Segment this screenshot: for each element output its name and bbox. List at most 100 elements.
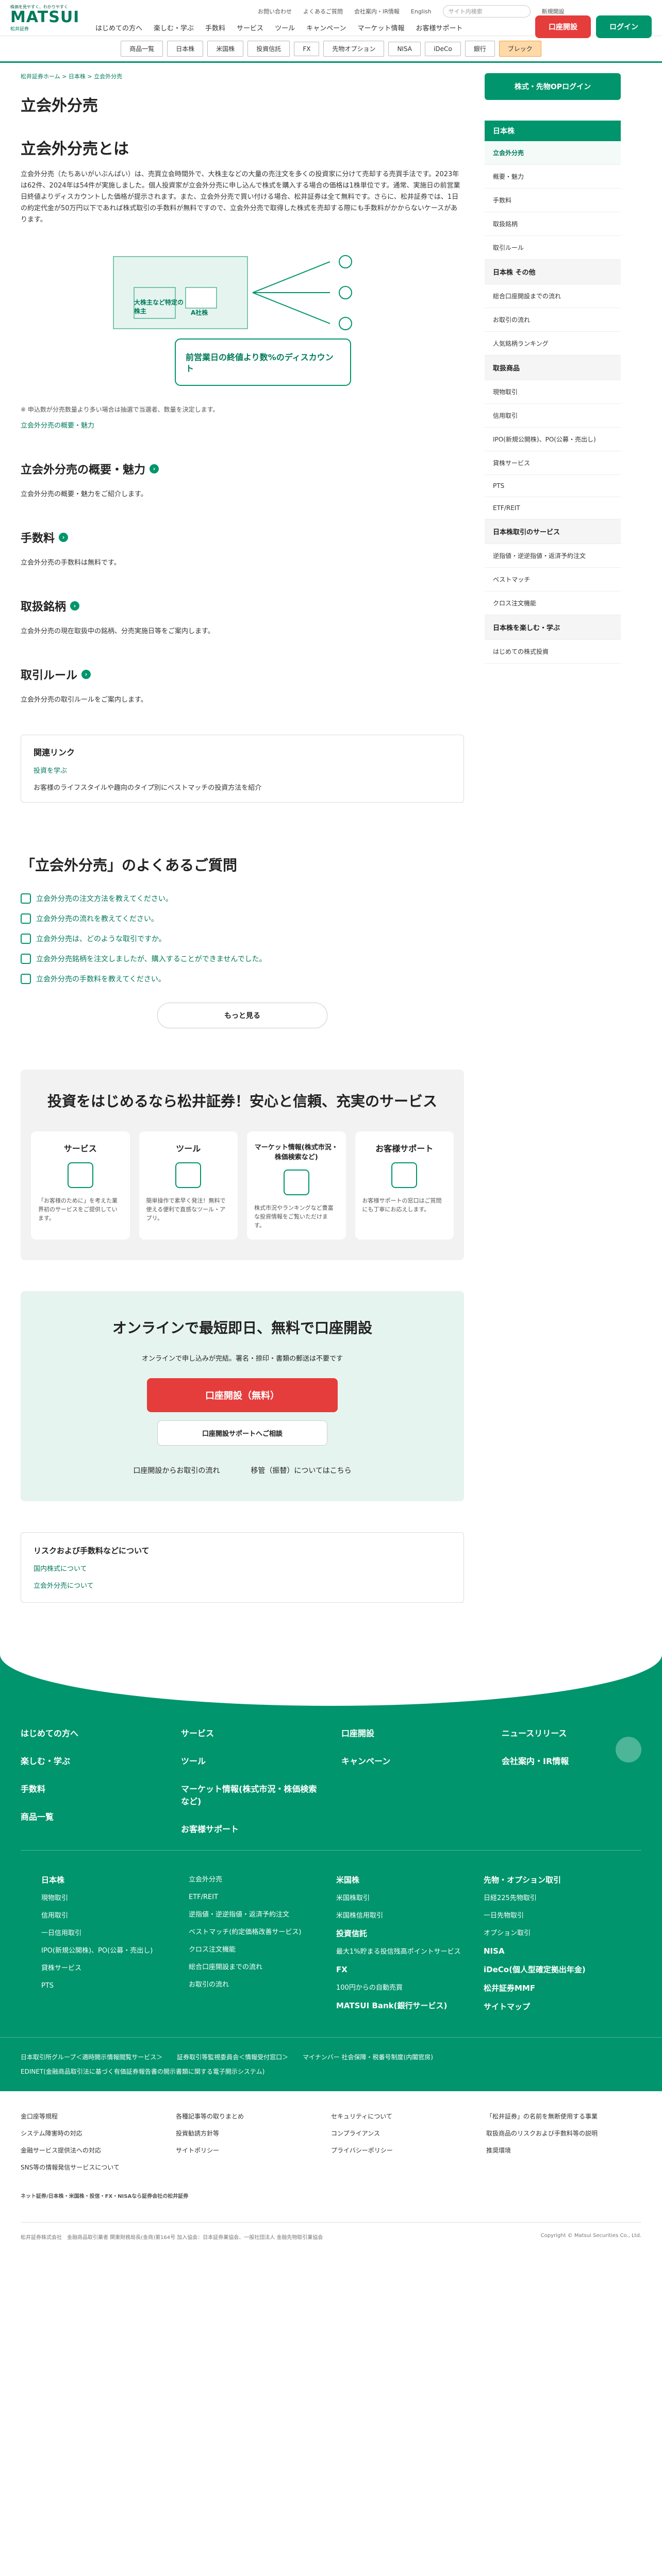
policy-link[interactable]: SNS等の情報発信サービスについて <box>21 2163 176 2172</box>
footer-head[interactable]: 日本株 <box>41 1875 64 1885</box>
sidebar-item[interactable]: ベストマッチ <box>485 568 621 591</box>
tool-card[interactable]: ツール 簡単操作で素早く発注！無料で使える便利で直感なツール・アプリ。 <box>139 1131 238 1240</box>
footer-link[interactable]: マーケット情報(株式市況・株価検索など) <box>181 1782 321 1807</box>
open-flow-link[interactable]: 口座開設からお取引の流れ <box>133 1465 220 1476</box>
footer-link[interactable]: ベストマッチ(約定価格改善サービス) <box>189 1928 301 1936</box>
policy-link[interactable]: 推奨環境 <box>486 2146 641 2155</box>
footer-link[interactable]: 信用取引 <box>41 1912 68 1920</box>
faq-item[interactable]: 立会外分売銘柄を注文しましたが、購入することができませんでした。 <box>21 954 464 964</box>
section-rules[interactable]: 取引ルール › <box>21 666 464 683</box>
footer-link[interactable]: 逆指値・逆逆指値・返済予約注文 <box>189 1911 289 1919</box>
footer-link[interactable]: キャンペーン <box>341 1754 481 1767</box>
policy-link[interactable]: 各種記事等の取りまとめ <box>176 2112 331 2121</box>
footer-head[interactable]: 松井証券MMF <box>484 1984 535 1993</box>
section-overview[interactable]: 立会外分売の概要・魅力 › <box>21 461 464 477</box>
policy-link[interactable]: 投資勧誘方針等 <box>176 2129 331 2138</box>
footer-link[interactable]: お客様サポート <box>181 1822 321 1835</box>
footer-link[interactable]: 100円からの自動売買 <box>336 1984 403 1992</box>
footer-link[interactable]: 立会外分売 <box>189 1876 222 1884</box>
sidebar-item-rules[interactable]: 取引ルール <box>485 236 621 260</box>
footer-link[interactable]: 一日信用取引 <box>41 1929 81 1937</box>
footer-link[interactable]: 米国株信用取引 <box>336 1912 383 1920</box>
market-card[interactable]: マーケット情報(株式市況・株価検索など) 株式市況やランキングなど豊富な投資情報を… <box>247 1131 346 1240</box>
sidebar-item[interactable]: ETF/REIT <box>485 497 621 519</box>
matsui-logo[interactable]: 株価を見やすく、わかりやすく MATSUI 松井証券 <box>10 4 93 32</box>
breadcrumb[interactable]: 松井証券ホーム > 日本株 > 立会外分売 <box>21 72 464 80</box>
policy-link[interactable]: システム障害時の対応 <box>21 2129 176 2138</box>
external-link[interactable]: 日本取引所グループ＜適時開示情報閲覧サービス＞ <box>21 2054 162 2061</box>
related-bestmatch-link[interactable]: お客様のライフスタイルや趣向のタイプ別にベストマッチの投資方法を紹介 <box>34 782 451 792</box>
subnav-nisa[interactable]: NISA <box>388 41 421 56</box>
footer-link[interactable]: ツール <box>181 1754 321 1767</box>
footer-head[interactable]: 投資信託 <box>336 1929 367 1938</box>
external-link[interactable]: 証券取引等監視委員会＜情報受付窓口＞ <box>177 2054 288 2061</box>
stock-login-button[interactable]: 株式・先物OPログイン <box>485 73 621 100</box>
footer-head[interactable]: iDeCo(個人型確定拠出年金) <box>484 1965 586 1974</box>
section-stocks[interactable]: 取扱銘柄 › <box>21 598 464 614</box>
footer-link[interactable]: 総合口座開設までの流れ <box>189 1963 262 1971</box>
nav-support[interactable]: お客様サポート <box>416 23 462 32</box>
sidebar-item[interactable]: 現物取引 <box>485 380 621 404</box>
footer-link[interactable]: サービス <box>181 1726 321 1739</box>
footer-head[interactable]: NISA <box>484 1946 505 1956</box>
external-link[interactable]: マイナンバー 社会保障・税番号制度(内閣官房) <box>303 2054 433 2061</box>
footer-link[interactable]: IPO(新規公開株)、PO(公募・売出し) <box>41 1947 153 1955</box>
policy-link[interactable]: セキュリティについて <box>331 2112 486 2121</box>
footer-head[interactable]: FX <box>336 1965 347 1974</box>
util-english[interactable]: English <box>411 8 432 15</box>
service-card[interactable]: サービス 「お客様のために」を考えた業界初のサービスをご提供しています。 <box>31 1131 130 1240</box>
sidebar-item[interactable]: はじめての株式投資 <box>485 640 621 664</box>
footer-link[interactable]: 楽しむ・学ぶ <box>21 1754 160 1767</box>
sidebar-item[interactable]: お取引の流れ <box>485 308 621 332</box>
footer-head[interactable]: 米国株 <box>336 1875 359 1885</box>
sidebar-item-fees[interactable]: 手数料 <box>485 189 621 212</box>
footer-link[interactable]: 手数料 <box>21 1782 160 1794</box>
footer-link[interactable]: 米国株取引 <box>336 1894 370 1902</box>
sidebar-item-overview[interactable]: 概要・魅力 <box>485 165 621 189</box>
subnav-jp-stock[interactable]: 日本株 <box>167 41 204 57</box>
nav-market[interactable]: マーケット情報 <box>357 23 404 32</box>
faq-more-button[interactable]: もっと見る <box>157 1003 327 1028</box>
nav-learn[interactable]: 楽しむ・学ぶ <box>154 23 194 32</box>
search-input[interactable]: サイト内検索 <box>442 5 531 18</box>
footer-link[interactable]: PTS <box>41 1982 54 1990</box>
policy-link[interactable]: コンプライアンス <box>331 2129 486 2138</box>
sidebar-item[interactable]: 貸株サービス <box>485 451 621 475</box>
policy-link[interactable]: 金口座等規程 <box>21 2112 176 2121</box>
subnav-products[interactable]: 商品一覧 <box>121 41 163 57</box>
footer-link[interactable]: はじめての方へ <box>21 1726 160 1739</box>
transfer-link[interactable]: 移管（振替）についてはこちら <box>251 1465 351 1476</box>
footer-link[interactable]: お取引の流れ <box>189 1981 229 1989</box>
open-support-button[interactable]: 口座開設サポートへご相談 <box>157 1420 327 1446</box>
subnav-futures[interactable]: 先物オプション <box>323 41 385 57</box>
sidebar-item[interactable]: 総合口座開設までの流れ <box>485 284 621 308</box>
sidebar-item-stocks[interactable]: 取扱銘柄 <box>485 212 621 236</box>
subnav-fx[interactable]: FX <box>294 41 320 56</box>
footer-link[interactable]: 貸株サービス <box>41 1964 81 1972</box>
footer-link[interactable]: 現物取引 <box>41 1894 68 1902</box>
faq-item[interactable]: 立会外分売の流れを教えてください。 <box>21 913 464 924</box>
sidebar-item[interactable]: 逆指値・逆逆指値・返済予約注文 <box>485 544 621 568</box>
open-account-button[interactable]: 口座開設 <box>535 15 591 38</box>
policy-link[interactable]: 金融サービス提供法への対応 <box>21 2146 176 2155</box>
policy-link[interactable]: サイトポリシー <box>176 2146 331 2155</box>
nav-tools[interactable]: ツール <box>275 23 295 32</box>
sidebar-item[interactable]: 人気銘柄ランキング <box>485 332 621 355</box>
sidebar-item-tachiaigai[interactable]: 立会外分売 <box>485 141 621 165</box>
footer-link[interactable]: 日経225先物取引 <box>484 1894 537 1902</box>
risk-tachiaigai-link[interactable]: 立会外分売について <box>34 1580 451 1590</box>
util-faq[interactable]: よくあるご質問 <box>303 7 343 15</box>
risk-stock-link[interactable]: 国内株式について <box>34 1563 451 1573</box>
menu-link[interactable]: 新規開設 <box>542 7 565 15</box>
subnav-fund[interactable]: 投資信託 <box>247 41 290 57</box>
footer-link[interactable]: 口座開設 <box>341 1726 481 1739</box>
nav-fees[interactable]: 手数料 <box>205 23 225 32</box>
footer-link[interactable]: オプション取引 <box>484 1929 531 1937</box>
footer-link[interactable]: ニュースリリース <box>502 1726 641 1739</box>
summary-link[interactable]: 立会外分売の概要・魅力 <box>21 420 464 430</box>
related-learn-link[interactable]: 投資を学ぶ <box>34 765 451 775</box>
policy-link[interactable]: 「松井証券」の名前を無断使用する事業 <box>486 2112 641 2121</box>
footer-head[interactable]: 先物・オプション取引 <box>484 1875 561 1885</box>
section-fees[interactable]: 手数料 › <box>21 529 464 546</box>
subnav-bank[interactable]: 銀行 <box>465 41 495 57</box>
